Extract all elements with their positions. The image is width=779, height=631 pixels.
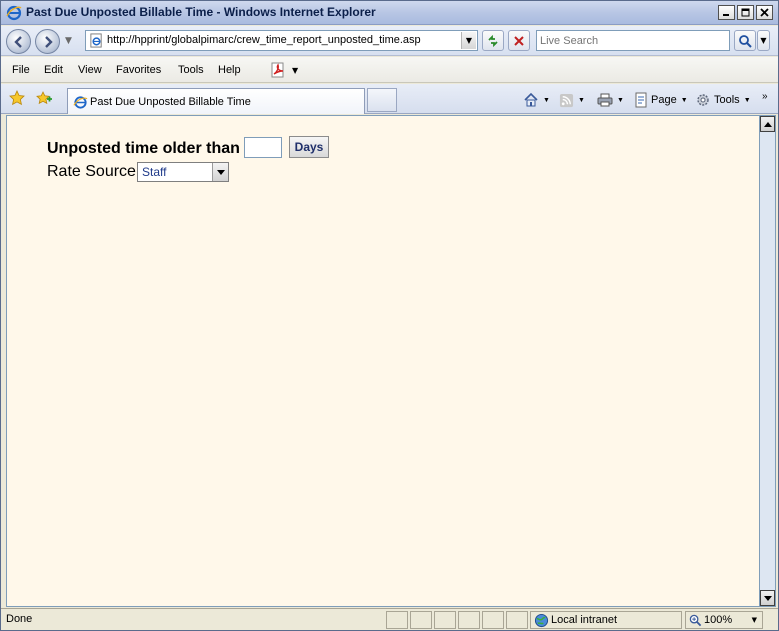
tools-menu-button[interactable]: Tools ▼: [695, 90, 751, 110]
menu-tools[interactable]: Tools: [178, 64, 204, 76]
search-button[interactable]: [734, 30, 756, 51]
rate-source-select[interactable]: Staff: [137, 162, 229, 182]
zoom-control[interactable]: 100% ▼: [685, 611, 763, 629]
arrow-up-icon: [763, 121, 772, 127]
close-icon: [760, 8, 769, 17]
rate-source-label: Rate Source: [47, 163, 136, 180]
address-text[interactable]: http://hpprint/globalpimarc/crew_time_re…: [107, 34, 421, 46]
globe-icon: [534, 613, 549, 628]
minimize-icon: [723, 14, 729, 16]
ie-tab-icon: [73, 96, 88, 109]
window-title: Past Due Unposted Billable Time - Window…: [26, 5, 376, 19]
command-bar: ▼ ▼ ▼ Page ▼ Tools ▼ »: [521, 90, 776, 110]
ie-page-icon: [90, 33, 102, 48]
print-button[interactable]: ▼: [597, 90, 624, 110]
feed-icon: [559, 93, 574, 107]
new-tab-button[interactable]: [367, 88, 397, 112]
pdf-dropdown[interactable]: ▼: [292, 66, 298, 75]
status-cell: [458, 611, 480, 629]
scroll-up-button[interactable]: [760, 116, 775, 132]
vertical-scrollbar[interactable]: [759, 115, 776, 607]
arrow-down-icon: [763, 595, 772, 601]
printer-icon: [597, 93, 613, 107]
more-commands-chevron[interactable]: »: [762, 86, 768, 106]
rate-source-value: Staff: [142, 165, 167, 179]
menu-favorites[interactable]: Favorites: [116, 64, 161, 76]
window-controls: [718, 5, 773, 20]
title-bar[interactable]: Past Due Unposted Billable Time - Window…: [1, 1, 778, 25]
menu-view[interactable]: View: [78, 64, 102, 76]
zoom-level: 100%: [704, 614, 733, 626]
magnifier-icon: [739, 34, 752, 48]
security-zone[interactable]: Local intranet: [530, 611, 682, 629]
refresh-button[interactable]: [482, 30, 504, 51]
navigation-bar: ▼ http://hpprint/globalpimarc/crew_time_…: [1, 26, 778, 56]
page-content: Unposted time older than Days Rate Sourc…: [6, 115, 759, 607]
pdf-icon[interactable]: [270, 62, 286, 78]
stop-button[interactable]: [508, 30, 530, 51]
ie-logo-icon: [6, 5, 22, 21]
tools-menu-label: Tools: [714, 94, 740, 106]
star-icon[interactable]: [9, 90, 25, 106]
status-cell: [482, 611, 504, 629]
rate-source-dropdown-button[interactable]: [212, 163, 228, 181]
address-dropdown-button[interactable]: ▼: [461, 32, 476, 49]
search-options-dropdown[interactable]: ▼: [757, 30, 770, 51]
back-arrow-icon: [13, 35, 22, 48]
status-cell: [386, 611, 408, 629]
search-box[interactable]: [536, 30, 730, 51]
menu-help[interactable]: Help: [218, 64, 241, 76]
zoom-magnifier-icon: [689, 614, 702, 627]
home-button[interactable]: ▼: [523, 90, 550, 110]
history-dropdown[interactable]: ▼: [65, 36, 72, 46]
days-input[interactable]: [244, 137, 282, 158]
status-cell: [506, 611, 528, 629]
tab-bar: Past Due Unposted Billable Time ▼ ▼ ▼ Pa…: [1, 84, 778, 114]
refresh-icon: [488, 34, 498, 47]
tab-label: Past Due Unposted Billable Time: [90, 96, 251, 108]
stop-icon: [514, 35, 524, 46]
maximize-button[interactable]: [737, 5, 754, 20]
browser-window: Past Due Unposted Billable Time - Window…: [0, 0, 779, 631]
address-bar[interactable]: http://hpprint/globalpimarc/crew_time_re…: [85, 30, 478, 51]
gear-icon: [697, 94, 709, 106]
page-icon: [635, 92, 647, 108]
search-input[interactable]: [537, 31, 729, 50]
status-cell: [434, 611, 456, 629]
zoom-dropdown[interactable]: ▼: [752, 616, 757, 624]
chevron-down-icon: [216, 169, 225, 175]
menu-edit[interactable]: Edit: [44, 64, 63, 76]
page-menu-label: Page: [651, 94, 677, 106]
add-favorite-icon[interactable]: [36, 90, 52, 106]
scroll-down-button[interactable]: [760, 590, 775, 606]
page-menu-button[interactable]: Page ▼: [633, 90, 688, 110]
status-text: Done: [6, 613, 33, 625]
unposted-time-label: Unposted time older than: [47, 140, 240, 157]
status-bar: Done Local intranet 100% ▼: [1, 608, 778, 630]
menu-bar: File Edit View Favorites Tools Help ▼: [1, 57, 778, 83]
tab-active[interactable]: Past Due Unposted Billable Time: [67, 88, 365, 114]
status-cell: [410, 611, 432, 629]
minimize-button[interactable]: [718, 5, 735, 20]
feeds-button[interactable]: ▼: [559, 90, 585, 110]
maximize-icon: [741, 8, 750, 17]
menu-file[interactable]: File: [12, 64, 30, 76]
back-button[interactable]: [6, 29, 31, 54]
days-button[interactable]: Days: [289, 136, 329, 158]
zone-text: Local intranet: [551, 614, 618, 626]
forward-arrow-icon: [44, 35, 53, 48]
forward-button[interactable]: [35, 29, 60, 54]
home-icon: [524, 92, 538, 107]
close-button[interactable]: [756, 5, 773, 20]
